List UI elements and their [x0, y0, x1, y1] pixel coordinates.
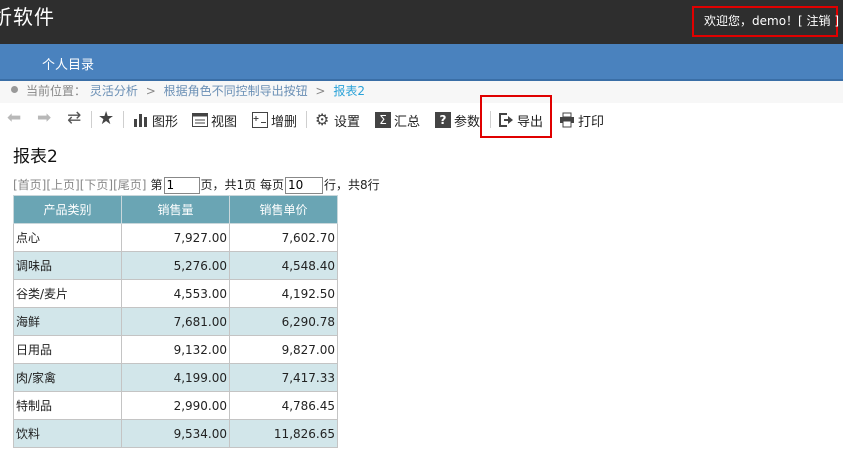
printer-icon	[559, 112, 575, 128]
report-toolbar: ⬅ ➡ ⇄ ★ 图形 视图 增删 ⚙ 设置 Σ 汇总 ? 参数 导出 打印	[0, 104, 843, 134]
add-remove-button[interactable]: 增删	[252, 110, 297, 130]
table-row: 饮料 9,534.00 11,826.65	[13, 419, 338, 448]
report-title: 报表2	[13, 147, 58, 167]
app-title: 析软件	[0, 5, 55, 29]
page-prefix: 第	[150, 178, 163, 192]
per-page-input[interactable]	[284, 176, 323, 194]
cell-quantity: 7,927.00	[121, 223, 230, 252]
cell-category: 日用品	[13, 335, 122, 364]
breadcrumb-separator: >	[315, 84, 326, 98]
sigma-icon: Σ	[375, 112, 391, 128]
gear-icon: ⚙	[315, 110, 330, 129]
cell-unit-price: 4,192.50	[229, 279, 338, 308]
nav-item-personal-directory[interactable]: 个人目录	[42, 54, 94, 73]
cell-category: 肉/家禽	[13, 363, 122, 392]
cell-unit-price: 6,290.78	[229, 307, 338, 336]
add-remove-icon	[252, 112, 268, 128]
last-page-link[interactable]: [尾页]	[113, 176, 146, 194]
view-grid-icon	[192, 112, 208, 128]
cell-quantity: 5,276.00	[121, 251, 230, 280]
cell-unit-price: 11,826.65	[229, 419, 338, 448]
top-header: 析软件 欢迎您，demo！[ 注销 ]	[0, 0, 843, 44]
cell-category: 调味品	[13, 251, 122, 280]
cell-quantity: 4,199.00	[121, 363, 230, 392]
cell-category: 饮料	[13, 419, 122, 448]
first-page-link[interactable]: [首页]	[13, 176, 46, 194]
column-header-quantity[interactable]: 销售量	[121, 195, 230, 224]
table-header-row: 产品类别 销售量 销售单价	[13, 195, 338, 224]
cell-quantity: 9,534.00	[121, 419, 230, 448]
pagination-bar: [首页] [上页] [下页] [尾页] 第 页，共1页 每页 行，共8行	[13, 176, 380, 194]
cell-unit-price: 7,602.70	[229, 223, 338, 252]
parameters-button[interactable]: ? 参数	[435, 110, 480, 130]
toolbar-divider	[91, 111, 92, 128]
breadcrumb-separator: >	[145, 84, 156, 98]
prev-page-link[interactable]: [上页]	[46, 176, 79, 194]
table-row: 特制品 2,990.00 4,786.45	[13, 391, 338, 420]
breadcrumb-item-folder[interactable]: 根据角色不同控制导出按钮	[164, 84, 308, 98]
cell-category: 特制品	[13, 391, 122, 420]
table-row: 点心 7,927.00 7,602.70	[13, 223, 338, 252]
report-table: 产品类别 销售量 销售单价 点心 7,927.00 7,602.70 调味品 5,27…	[13, 195, 338, 448]
summary-button[interactable]: Σ 汇总	[375, 110, 420, 130]
location-dot-icon	[11, 86, 18, 93]
table-row: 海鲜 7,681.00 6,290.78	[13, 307, 338, 336]
star-icon[interactable]: ★	[98, 110, 114, 128]
cell-unit-price: 9,827.00	[229, 335, 338, 364]
cell-quantity: 2,990.00	[121, 391, 230, 420]
breadcrumb-item-current: 报表2	[333, 84, 365, 98]
table-row: 日用品 9,132.00 9,827.00	[13, 335, 338, 364]
question-icon: ?	[435, 112, 451, 128]
cell-unit-price: 4,786.45	[229, 391, 338, 420]
cell-quantity: 9,132.00	[121, 335, 230, 364]
table-row: 调味品 5,276.00 4,548.40	[13, 251, 338, 280]
print-button[interactable]: 打印	[559, 110, 604, 130]
cell-quantity: 4,553.00	[121, 279, 230, 308]
next-page-link[interactable]: [下页]	[80, 176, 113, 194]
cell-unit-price: 4,548.40	[229, 251, 338, 280]
user-welcome-logout[interactable]: 欢迎您，demo！[ 注销 ]	[692, 6, 839, 37]
settings-button[interactable]: ⚙ 设置	[315, 110, 360, 130]
cell-unit-price: 7,417.33	[229, 363, 338, 392]
refresh-icon[interactable]: ⇄	[67, 110, 81, 127]
toolbar-divider	[306, 111, 307, 128]
rows-total-text: 行，共8行	[323, 178, 380, 192]
main-nav: 个人目录	[0, 44, 843, 81]
table-row: 肉/家禽 4,199.00 7,417.33	[13, 363, 338, 392]
chart-button[interactable]: 图形	[133, 110, 178, 130]
view-button[interactable]: 视图	[192, 110, 237, 130]
cell-quantity: 7,681.00	[121, 307, 230, 336]
table-row: 谷类/麦片 4,553.00 4,192.50	[13, 279, 338, 308]
cell-category: 海鲜	[13, 307, 122, 336]
breadcrumb-prefix: 当前位置：	[26, 84, 87, 98]
breadcrumb: 当前位置： 灵活分析 > 根据角色不同控制导出按钮 > 报表2	[0, 81, 843, 103]
forward-arrow-icon[interactable]: ➡	[37, 110, 51, 127]
breadcrumb-item-flexible-analysis[interactable]: 灵活分析	[90, 84, 138, 98]
cell-category: 点心	[13, 223, 122, 252]
back-arrow-icon[interactable]: ⬅	[7, 110, 21, 127]
page-number-input[interactable]	[163, 176, 200, 194]
column-header-category[interactable]: 产品类别	[13, 195, 122, 224]
page-total-text: 页，共1页 每页	[200, 178, 284, 192]
cell-category: 谷类/麦片	[13, 279, 122, 308]
export-highlight-box	[480, 95, 552, 138]
toolbar-divider	[123, 111, 124, 128]
bar-chart-icon	[133, 112, 149, 128]
column-header-unit-price[interactable]: 销售单价	[229, 195, 338, 224]
